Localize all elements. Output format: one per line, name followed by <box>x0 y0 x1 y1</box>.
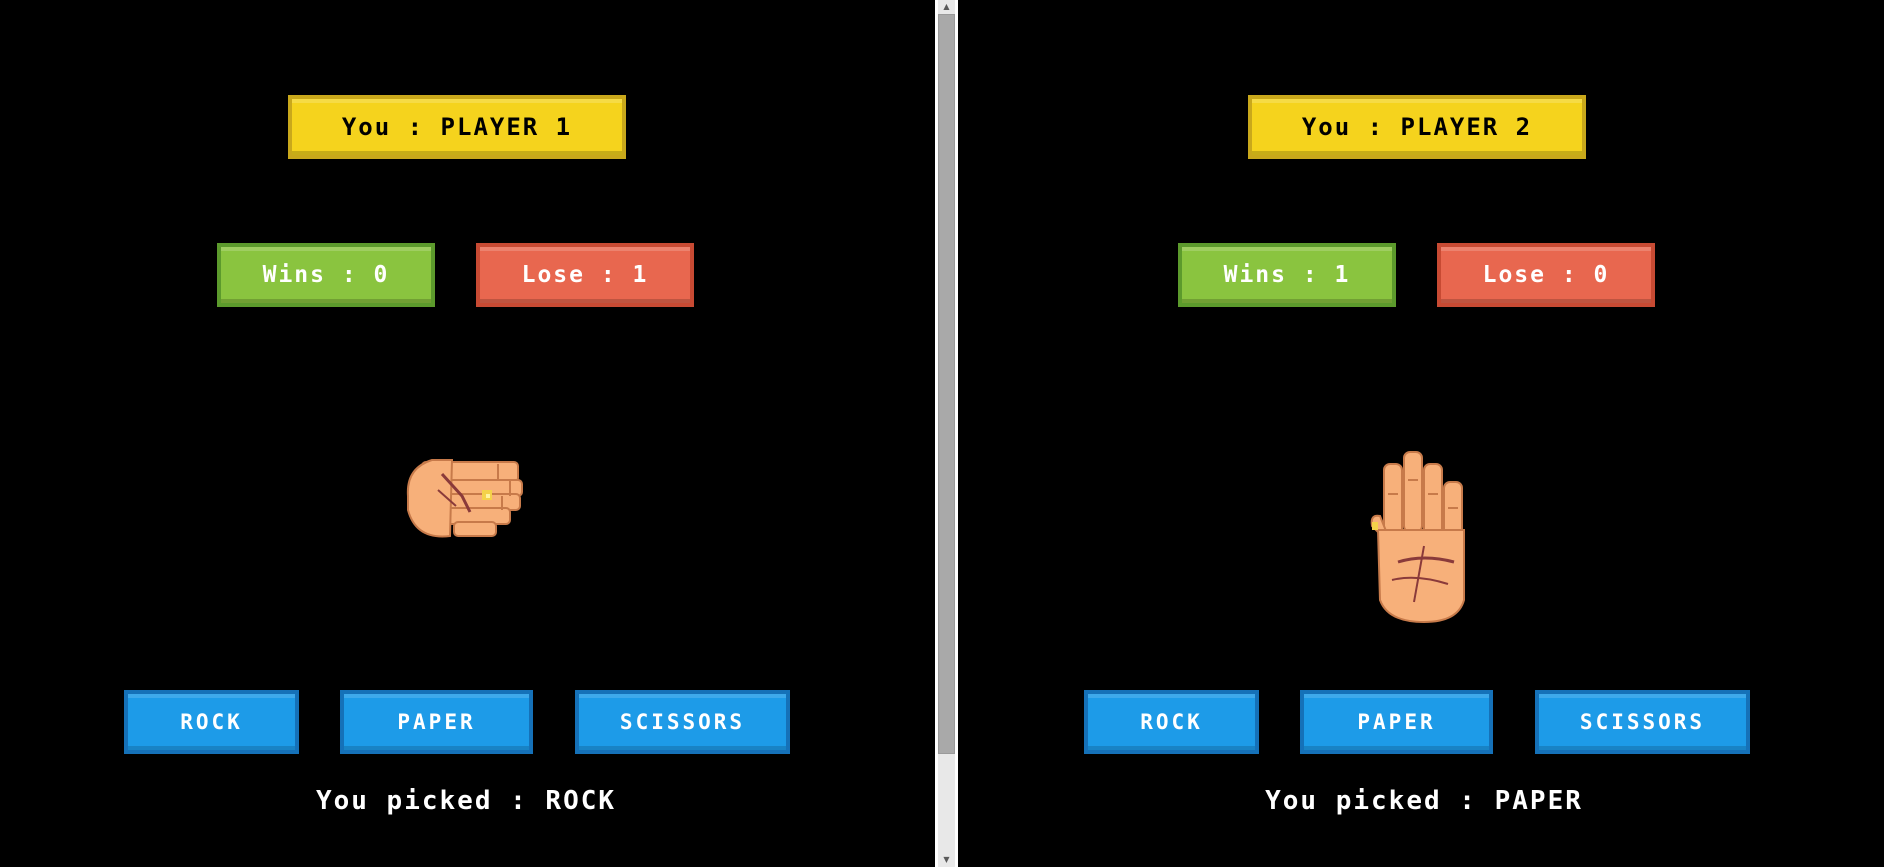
scissors-button[interactable]: SCISSORS <box>575 690 790 754</box>
player-2-pane: You : PLAYER 2 Wins : 1 Lose : 0 ROCK PA… <box>958 0 1884 867</box>
player-label: You : PLAYER 2 <box>1248 95 1586 159</box>
paper-button[interactable]: PAPER <box>1300 690 1493 754</box>
scissors-button[interactable]: SCISSORS <box>1535 690 1750 754</box>
picked-label: You picked : ROCK <box>315 786 617 816</box>
lose-counter: Lose : 1 <box>476 243 694 307</box>
paper-hand-icon <box>1370 451 1465 624</box>
lose-counter: Lose : 0 <box>1437 243 1655 307</box>
rock-button[interactable]: ROCK <box>124 690 299 754</box>
wins-counter: Wins : 1 <box>1178 243 1396 307</box>
rock-hand-icon <box>406 459 523 538</box>
player-label: You : PLAYER 1 <box>288 95 626 159</box>
picked-label: You picked : PAPER <box>1265 786 1583 816</box>
wins-counter: Wins : 0 <box>217 243 435 307</box>
paper-button[interactable]: PAPER <box>340 690 533 754</box>
player-1-pane: You : PLAYER 1 Wins : 0 Lose : 1 ROCK PA… <box>0 0 935 867</box>
scroll-up-icon[interactable]: ▲ <box>938 0 955 14</box>
scrollbar-thumb[interactable] <box>938 14 955 754</box>
rock-button[interactable]: ROCK <box>1084 690 1259 754</box>
game-screen: You : PLAYER 1 Wins : 0 Lose : 1 ROCK PA… <box>0 0 1884 867</box>
scroll-down-icon[interactable]: ▼ <box>938 853 955 867</box>
